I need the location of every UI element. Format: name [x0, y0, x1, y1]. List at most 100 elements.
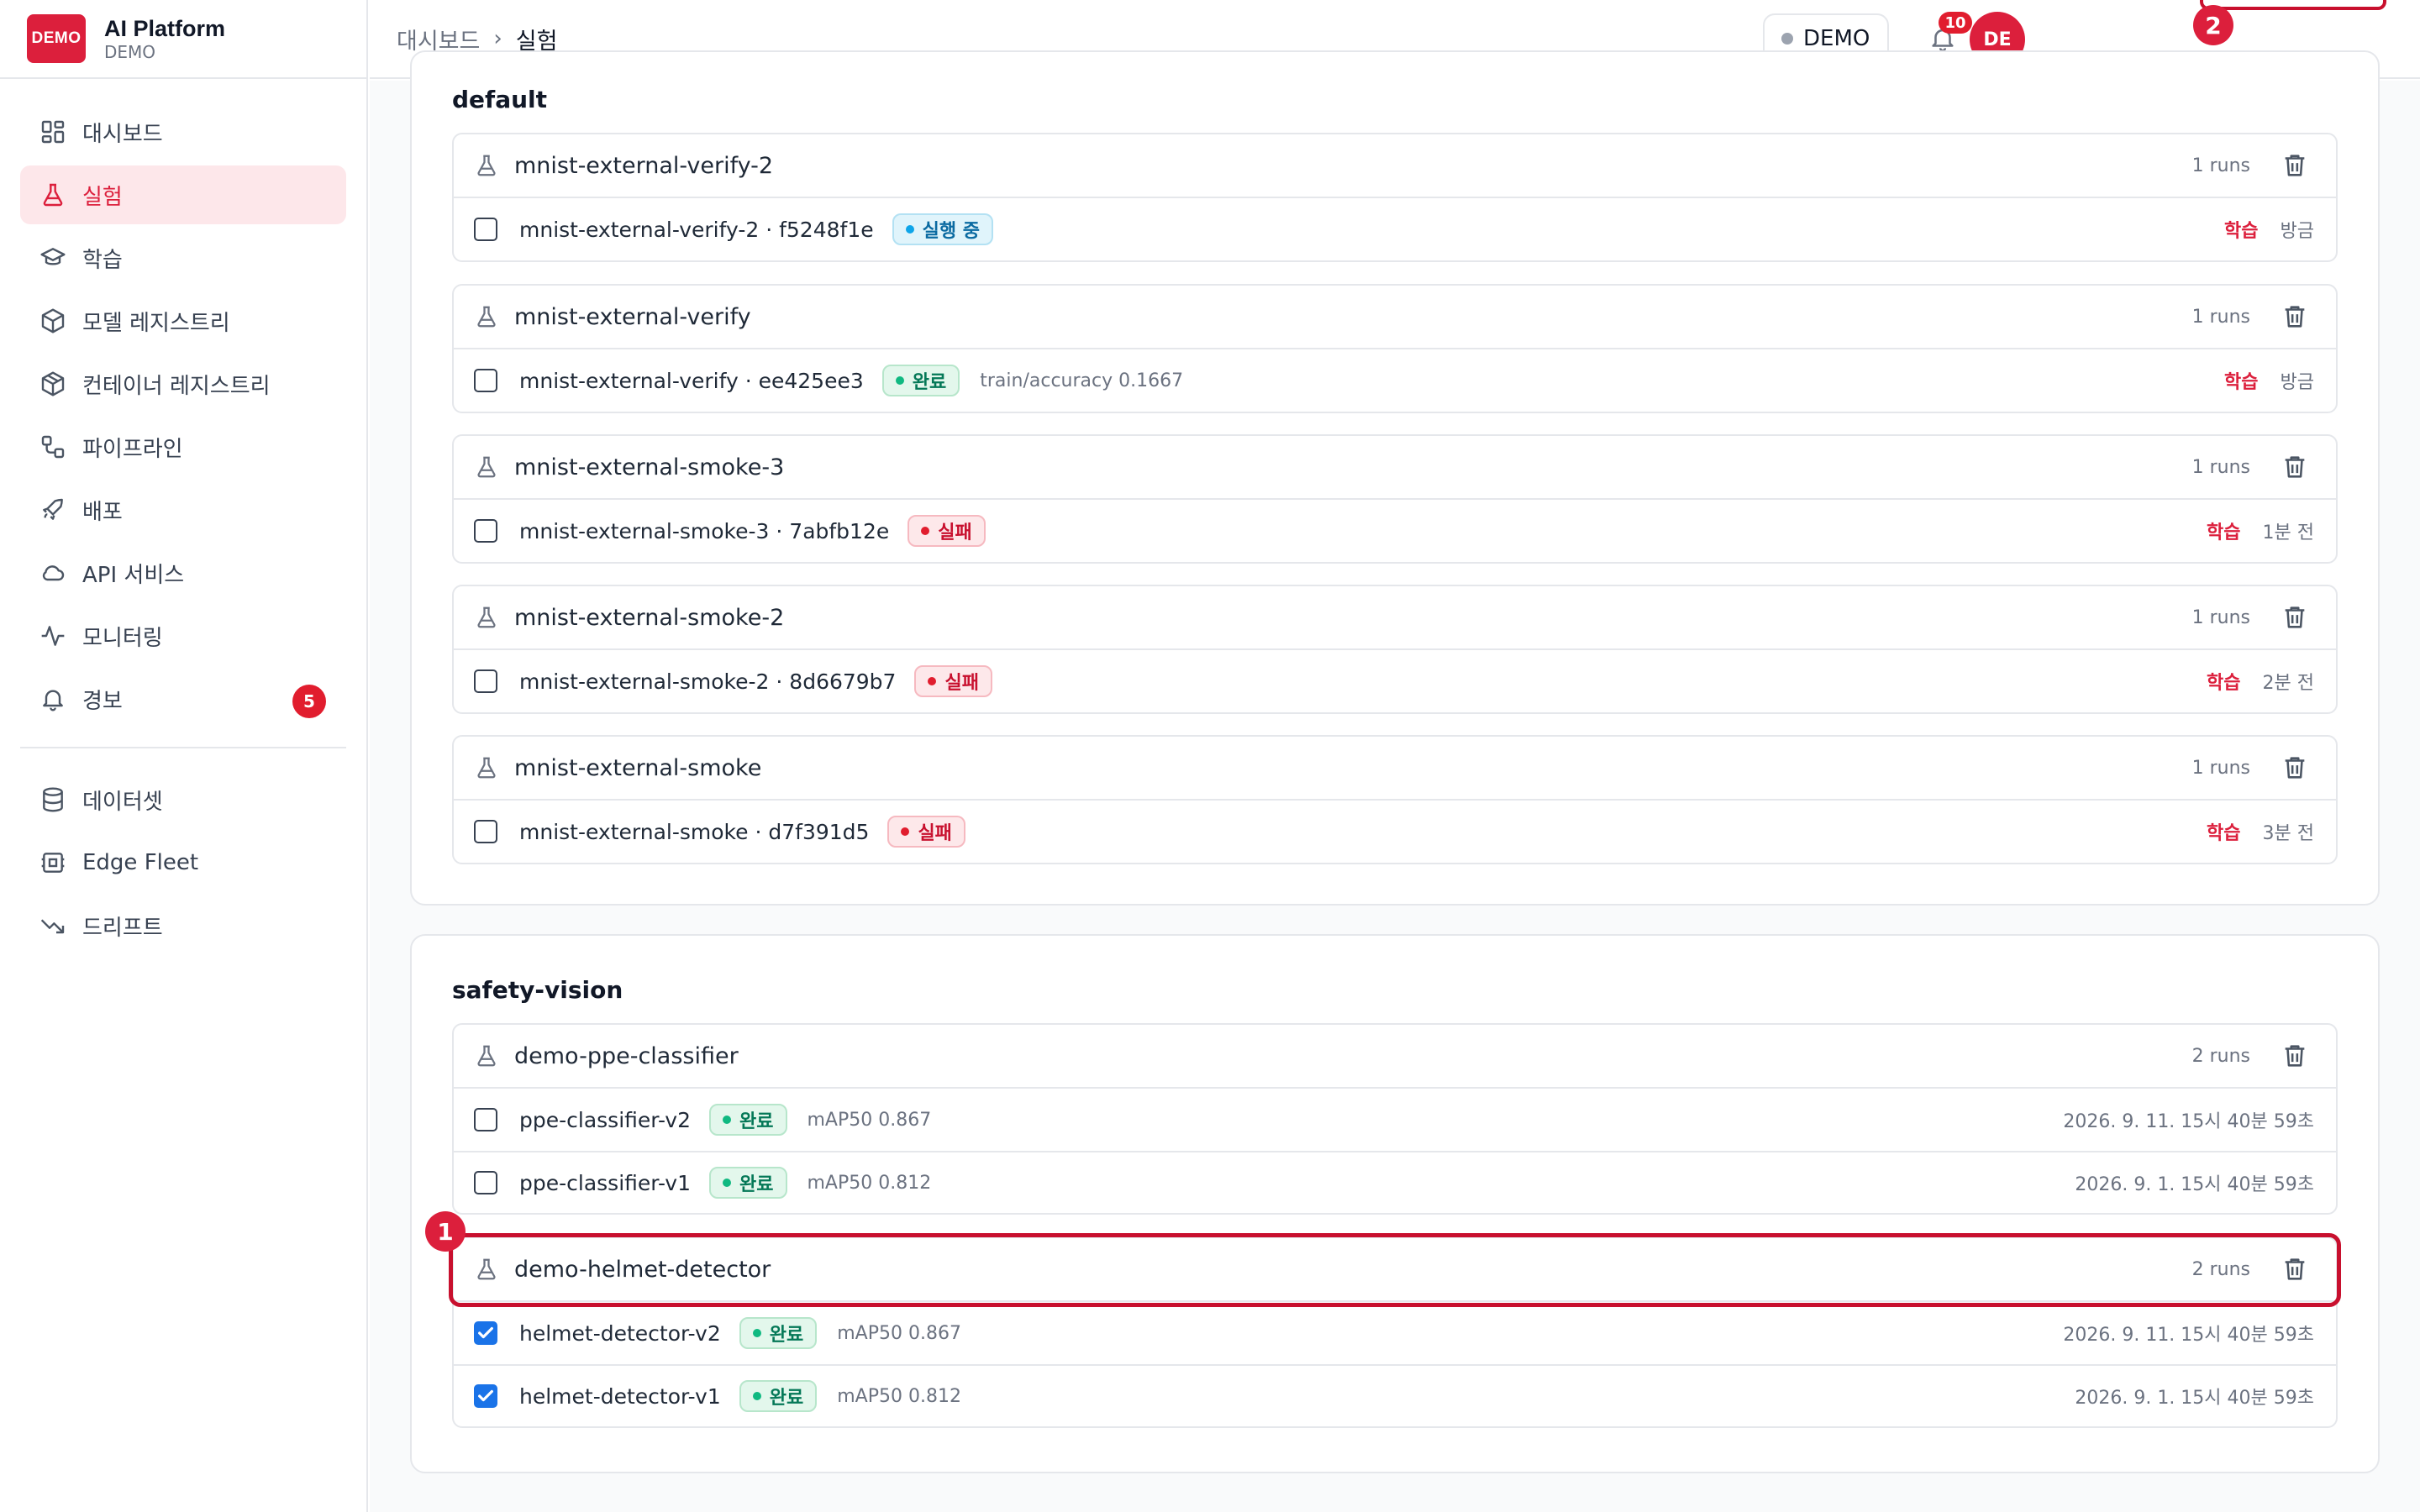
run-row: helmet-detector-v1 완료 mAP50 0.812 2026. …	[454, 1364, 2336, 1426]
run-name[interactable]: helmet-detector-v2	[519, 1321, 721, 1346]
trash-icon[interactable]	[2281, 753, 2309, 782]
sidebar-item-monitoring[interactable]: 모니터링	[20, 606, 346, 665]
sidebar-item-label: Edge Fleet	[82, 850, 199, 875]
sidebar-item-label: 대시보드	[82, 121, 163, 147]
sidebar-item-edge-fleet[interactable]: Edge Fleet	[20, 833, 346, 892]
run-checkbox[interactable]	[474, 820, 497, 843]
experiment-name: mnist-external-verify-2	[514, 152, 774, 179]
run-type-label: 학습	[2207, 673, 2241, 694]
run-time: 3분 전	[2262, 823, 2314, 844]
status-dot-icon	[928, 677, 937, 685]
sidebar-item-model-registry[interactable]: 모델 레지스트리	[20, 291, 346, 350]
sidebar-item-label: 배포	[82, 499, 123, 525]
sidebar-item-api-service[interactable]: API 서비스	[20, 543, 346, 602]
experiment-group: demo-ppe-classifier 2 runs ppe-classifie…	[452, 1023, 2338, 1215]
run-checkbox[interactable]	[474, 1321, 497, 1345]
run-time: 2026. 9. 1. 15시 40분 59초	[2075, 1388, 2314, 1409]
dashboard-icon	[39, 118, 67, 146]
trend-down-icon	[39, 911, 67, 940]
experiment-name: mnist-external-smoke	[514, 754, 762, 781]
project-title: safety-vision	[452, 976, 623, 1004]
run-row: mnist-external-smoke · d7f391d5 실패 학습 3분…	[454, 801, 2336, 863]
experiment-run-count: 1 runs	[2191, 757, 2250, 779]
run-metric: mAP50 0.867	[807, 1109, 932, 1131]
experiment-header[interactable]: demo-ppe-classifier 2 runs	[454, 1025, 2336, 1089]
annotation-marker-2: 2	[2193, 5, 2233, 45]
experiment-header[interactable]: mnist-external-smoke-2 1 runs	[454, 586, 2336, 650]
experiment-run-count: 2 runs	[2191, 1258, 2250, 1280]
trash-icon[interactable]	[2281, 1255, 2309, 1284]
status-badge: 실패	[908, 515, 986, 547]
experiment-header[interactable]: mnist-external-verify-2 1 runs	[454, 134, 2336, 198]
run-checkbox[interactable]	[474, 218, 497, 241]
status-dot-icon	[895, 376, 904, 385]
sidebar-item-label: 실험	[82, 184, 123, 210]
sidebar-item-training[interactable]: 학습	[20, 228, 346, 287]
project-title: default	[452, 86, 548, 113]
run-name[interactable]: mnist-external-verify-2 · f5248f1e	[519, 218, 874, 242]
experiment-header[interactable]: mnist-external-verify 1 runs	[454, 286, 2336, 349]
run-name[interactable]: mnist-external-smoke · d7f391d5	[519, 820, 869, 844]
rocket-icon	[39, 496, 67, 524]
experiment-name: mnist-external-smoke-2	[514, 604, 785, 631]
run-row: mnist-external-smoke-2 · 8d6679b7 실패 학습 …	[454, 650, 2336, 712]
run-row: ppe-classifier-v1 완료 mAP50 0.812 2026. 9…	[454, 1151, 2336, 1213]
sidebar-item-label: API 서비스	[82, 562, 185, 588]
brand[interactable]: DEMO AI Platform DEMO	[0, 0, 366, 79]
run-name[interactable]: ppe-classifier-v1	[519, 1171, 691, 1195]
experiment-group: mnist-external-verify 1 runs mnist-exter…	[452, 284, 2338, 413]
status-dot-icon	[921, 527, 930, 535]
trash-icon[interactable]	[2281, 603, 2309, 632]
flask-icon	[477, 1045, 496, 1067]
sidebar-item-dashboard[interactable]: 대시보드	[20, 102, 346, 161]
experiment-header[interactable]: demo-helmet-detector 2 runs	[454, 1238, 2336, 1302]
run-name[interactable]: mnist-external-smoke-3 · 7abfb12e	[519, 519, 889, 543]
run-checkbox[interactable]	[474, 1384, 497, 1408]
trash-icon[interactable]	[2281, 151, 2309, 180]
status-badge: 완료	[709, 1167, 787, 1199]
run-checkbox[interactable]	[474, 369, 497, 392]
run-name[interactable]: ppe-classifier-v2	[519, 1108, 691, 1132]
checkmark-icon	[478, 1389, 493, 1402]
sidebar-item-experiments[interactable]: 실험	[20, 165, 346, 224]
bell-icon	[39, 685, 67, 713]
sidebar-nav: 대시보드 실험 학습 모델 레지스트리 컨테이너 레지스트리 파이프라인 배포 …	[0, 79, 366, 955]
experiment-header[interactable]: mnist-external-smoke 1 runs	[454, 737, 2336, 801]
run-name[interactable]: helmet-detector-v1	[519, 1384, 721, 1409]
sidebar-item-label: 드리프트	[82, 915, 163, 941]
sidebar-item-drift[interactable]: 드리프트	[20, 896, 346, 955]
sidebar-item-pipeline[interactable]: 파이프라인	[20, 417, 346, 476]
run-time: 방금	[2280, 221, 2314, 242]
status-badge: 실패	[887, 816, 965, 848]
run-checkbox[interactable]	[474, 669, 497, 693]
experiment-name: demo-helmet-detector	[514, 1256, 771, 1283]
trash-icon[interactable]	[2281, 453, 2309, 481]
trash-icon[interactable]	[2281, 1042, 2309, 1070]
run-checkbox[interactable]	[474, 1108, 497, 1131]
run-name[interactable]: mnist-external-smoke-2 · 8d6679b7	[519, 669, 896, 694]
trash-icon[interactable]	[2281, 302, 2309, 331]
sidebar-item-label: 학습	[82, 247, 123, 273]
experiment-group: mnist-external-verify-2 1 runs mnist-ext…	[452, 133, 2338, 262]
run-time: 2분 전	[2262, 673, 2314, 694]
run-checkbox[interactable]	[474, 1171, 497, 1194]
run-checkbox[interactable]	[474, 519, 497, 543]
run-row: helmet-detector-v2 완료 mAP50 0.867 2026. …	[454, 1302, 2336, 1364]
run-type-label: 학습	[2207, 522, 2241, 543]
sidebar-item-deploy[interactable]: 배포	[20, 480, 346, 539]
run-name[interactable]: mnist-external-verify · ee425ee3	[519, 369, 864, 393]
sidebar-item-label: 파이프라인	[82, 436, 183, 462]
sidebar-item-alerts[interactable]: 경보 5	[20, 669, 346, 728]
flask-icon	[477, 306, 496, 328]
sidebar-item-datasets[interactable]: 데이터셋	[20, 770, 346, 829]
experiment-group: mnist-external-smoke 1 runs mnist-extern…	[452, 735, 2338, 864]
run-time: 방금	[2280, 372, 2314, 393]
experiment-run-count: 1 runs	[2191, 456, 2250, 478]
experiment-header[interactable]: mnist-external-smoke-3 1 runs	[454, 436, 2336, 500]
sidebar-item-container-registry[interactable]: 컨테이너 레지스트리	[20, 354, 346, 413]
brand-logo: DEMO	[27, 14, 86, 63]
experiment-group: mnist-external-smoke-2 1 runs mnist-exte…	[452, 585, 2338, 714]
sidebar-item-label: 모델 레지스트리	[82, 310, 230, 336]
flask-icon	[477, 1258, 496, 1280]
sidebar-item-label: 컨테이너 레지스트리	[82, 373, 271, 399]
